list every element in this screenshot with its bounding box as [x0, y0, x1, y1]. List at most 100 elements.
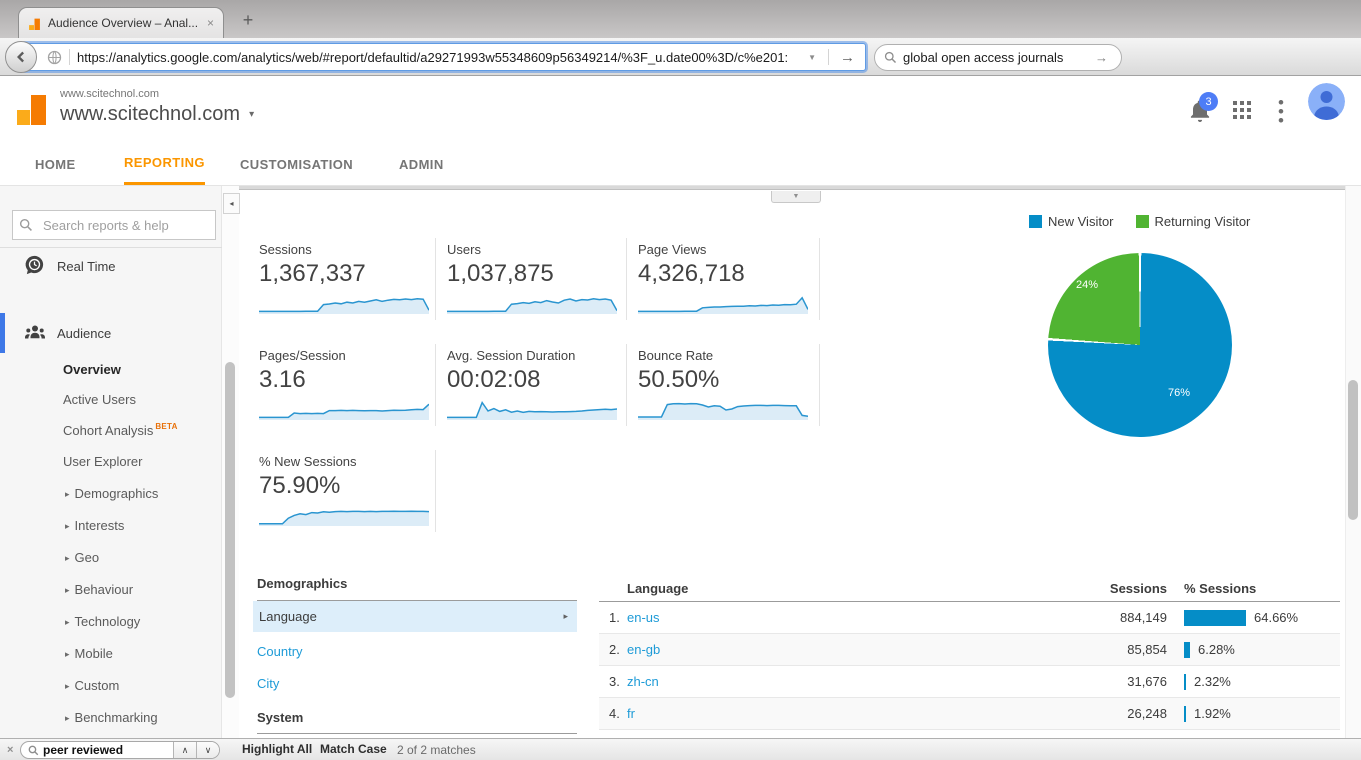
demographics-item-city[interactable]: City [257, 676, 279, 691]
new-tab-button[interactable]: + [236, 10, 260, 31]
language-link[interactable]: en-gb [627, 642, 1057, 657]
metric-users: Users 1,037,875 [436, 238, 627, 320]
row-rank: 1. [609, 610, 620, 625]
google-apps-icon[interactable] [1233, 101, 1252, 125]
metric-value: 00:02:08 [447, 366, 541, 393]
sidebar-item-cohort-analysis[interactable]: Cohort Analysis BETA [63, 422, 178, 438]
legend-new-visitor[interactable]: New Visitor [1029, 214, 1114, 229]
url-dropdown-icon[interactable]: ▼ [803, 53, 821, 62]
sidebar-item-benchmarking[interactable]: ▸ Benchmarking [65, 710, 158, 725]
percent-bar [1184, 609, 1246, 626]
sidebar-item-overview[interactable]: Overview [63, 362, 121, 377]
sidebar-search-input[interactable] [12, 210, 216, 240]
column-percent-sessions[interactable]: % Sessions [1167, 581, 1340, 596]
pie-legend: New Visitor Returning Visitor [1029, 214, 1250, 229]
sidebar-item-behaviour[interactable]: ▸ Behaviour [65, 582, 133, 597]
sidebar-collapse-button[interactable]: ◂ [223, 193, 240, 214]
new-visitor-swatch [1029, 215, 1042, 228]
expand-triangle-icon: ▸ [65, 617, 70, 627]
search-bar[interactable]: global open access journals → [874, 44, 1122, 71]
demographics-item-language[interactable]: Language ▸ [253, 601, 577, 632]
sessions-value: 26,248 [1127, 706, 1167, 721]
column-language[interactable]: Language [599, 581, 1057, 596]
system-section-title: System [257, 710, 577, 734]
go-button[interactable]: → [836, 49, 859, 66]
nav-reporting[interactable]: REPORTING [124, 143, 205, 185]
tab-bar: Audience Overview – Anal... × + [0, 0, 1361, 38]
row-rank: 3. [609, 674, 620, 689]
highlight-all-button[interactable]: Highlight All [242, 742, 312, 756]
nav-admin[interactable]: ADMIN [399, 143, 444, 185]
pie-label-returning-visitor: 24% [1075, 279, 1099, 291]
notification-count-badge[interactable]: 3 [1199, 92, 1218, 111]
find-close-icon[interactable]: × [7, 744, 13, 756]
sidebar-item-user-explorer[interactable]: User Explorer [63, 454, 142, 469]
metric-label: Page Views [638, 242, 707, 257]
metric-value: 1,367,337 [259, 260, 366, 287]
expand-triangle-icon: ▸ [65, 553, 70, 563]
sessions-value: 884,149 [1120, 610, 1167, 625]
search-query[interactable]: global open access journals [903, 50, 1085, 65]
nav-customisation[interactable]: CUSTOMISATION [240, 143, 353, 185]
sidebar-item-geo[interactable]: ▸ Geo [65, 550, 99, 565]
find-match-count: 2 of 2 matches [397, 743, 476, 757]
row-rank: 4. [609, 706, 620, 721]
tab-close-icon[interactable]: × [207, 16, 214, 30]
expand-triangle-icon: ▸ [65, 649, 70, 659]
language-table-header: Language Sessions % Sessions [599, 576, 1340, 602]
legend-label: Returning Visitor [1154, 214, 1251, 229]
search-go-button[interactable]: → [1091, 50, 1112, 65]
sidebar-item-demographics[interactable]: ▸ Demographics [65, 486, 158, 501]
report-content: ▼ Sessions 1,367,337 Users 1,037,875 Pag… [239, 186, 1361, 738]
sidebar: Real Time Audience Overview Active Users… [0, 186, 222, 738]
analytics-logo-icon [16, 91, 50, 132]
sidebar-item-interests[interactable]: ▸ Interests [65, 518, 124, 533]
page-scrollbar-thumb[interactable] [1348, 380, 1358, 520]
nav-home[interactable]: HOME [35, 143, 76, 185]
property-caret-icon: ▾ [249, 109, 255, 120]
main-area: Real Time Audience Overview Active Users… [0, 186, 1361, 738]
user-avatar[interactable] [1308, 83, 1345, 120]
url-bar[interactable]: https://analytics.google.com/analytics/w… [22, 43, 866, 71]
find-previous-button[interactable]: ∧ [173, 742, 196, 758]
column-sessions[interactable]: Sessions [1057, 581, 1167, 596]
language-link[interactable]: zh-cn [627, 674, 1057, 689]
tab-title: Audience Overview – Anal... [48, 16, 199, 30]
sidebar-scrollbar[interactable] [222, 186, 239, 738]
metric-pages-session: Pages/Session 3.16 [239, 344, 436, 426]
more-options-kebab-icon[interactable]: • • • [1276, 94, 1286, 129]
sidebar-item-active-users[interactable]: Active Users [63, 392, 136, 407]
visitor-type-pie-chart[interactable]: 76% 24% [1048, 253, 1232, 437]
url-text[interactable]: https://analytics.google.com/analytics/w… [77, 50, 803, 65]
property-selector[interactable]: www.scitechnol.com ▾ [60, 103, 254, 126]
table-row: 3. zh-cn 31,676 2.32% [599, 666, 1340, 698]
match-case-button[interactable]: Match Case [320, 742, 387, 756]
language-link[interactable]: fr [627, 706, 1057, 721]
demographics-item-country[interactable]: Country [257, 644, 303, 659]
percent-bar [1184, 705, 1186, 722]
sidebar-item-audience[interactable]: Audience [0, 313, 222, 353]
sidebar-item-real-time[interactable]: Real Time [0, 246, 222, 286]
sidebar-item-mobile[interactable]: ▸ Mobile [65, 646, 113, 661]
legend-returning-visitor[interactable]: Returning Visitor [1135, 214, 1251, 229]
beta-badge: BETA [155, 422, 178, 431]
browser-tab[interactable]: Audience Overview – Anal... × [18, 7, 224, 38]
back-button[interactable] [5, 41, 37, 73]
metric-label: Bounce Rate [638, 348, 714, 363]
language-link[interactable]: en-us [627, 610, 1057, 625]
sidebar-item-custom[interactable]: ▸ Custom [65, 678, 119, 693]
account-name: www.scitechnol.com [60, 88, 160, 100]
legend-label: New Visitor [1048, 214, 1114, 229]
find-next-button[interactable]: ∨ [196, 742, 219, 758]
selected-arrow-icon: ▸ [563, 611, 568, 621]
sidebar-scrollbar-thumb[interactable] [225, 362, 235, 698]
sidebar-item-label: Audience [57, 325, 112, 341]
panel-expand-button[interactable]: ▼ [771, 191, 821, 203]
metric-label: Avg. Session Duration [447, 348, 576, 363]
sidebar-item-technology[interactable]: ▸ Technology [65, 614, 140, 629]
selected-dimension-label: Language [259, 609, 317, 624]
table-row: 1. en-us 884,149 64.66% [599, 602, 1340, 634]
metric-value: 75.90% [259, 472, 341, 499]
find-input[interactable] [39, 743, 173, 757]
table-row: 4. fr 26,248 1.92% [599, 698, 1340, 730]
